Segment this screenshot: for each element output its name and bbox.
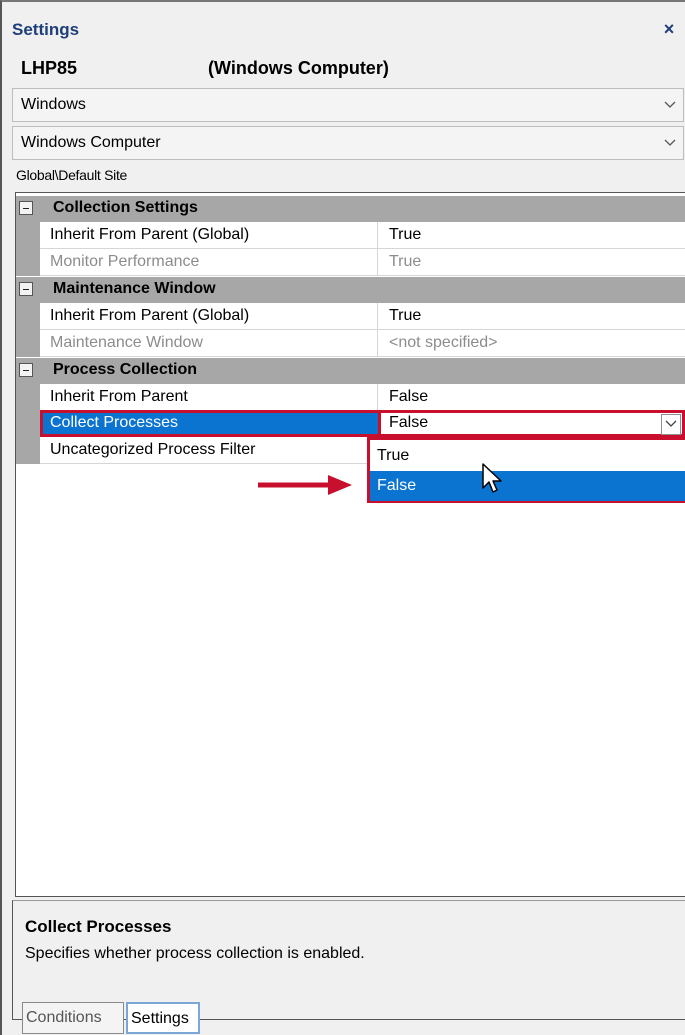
collapse-icon[interactable] [19,282,33,296]
property-name: Monitor Performance [50,253,200,270]
property-grid: Collection Settings Inherit From Parent … [15,192,685,897]
chevron-down-icon [664,101,676,108]
property-row[interactable]: Monitor Performance True [16,249,685,276]
property-name: Inherit From Parent [50,388,188,405]
site-path: Global\Default Site [16,167,128,183]
object-name: LHP85 [21,58,78,78]
property-value: False [389,388,429,405]
property-name: Inherit From Parent (Global) [50,307,250,324]
settings-panel: Settings × LHP85 (Windows Computer) Wind… [0,0,685,1035]
category-maintenance-window[interactable]: Maintenance Window [16,277,685,303]
property-row[interactable]: Inherit From Parent (Global) True [16,222,685,249]
panel-title: Settings [12,20,80,39]
property-value: False [389,414,429,431]
device-type-select[interactable]: Windows Computer [12,126,684,160]
dropdown-list: True False [367,437,685,503]
collapse-icon[interactable] [19,201,33,215]
property-row-selected[interactable]: Collect Processes False [16,410,685,437]
category-label: Process Collection [53,361,198,378]
dropdown-option-false[interactable]: False [370,471,685,501]
property-row[interactable]: Inherit From Parent (Global) True [16,303,685,330]
property-name: Maintenance Window [50,334,203,351]
close-icon[interactable]: × [658,18,680,40]
description-text: Specifies whether process collection is … [25,945,365,962]
property-name: Inherit From Parent (Global) [50,226,250,243]
collapse-icon[interactable] [19,363,33,377]
os-type-value: Windows [21,96,86,113]
object-type: (Windows Computer) [208,58,389,78]
property-row[interactable]: Inherit From Parent False [16,384,685,411]
description-title: Collect Processes [25,917,172,936]
category-collection-settings[interactable]: Collection Settings [16,196,685,222]
property-value: True [389,253,422,270]
dropdown-option-true[interactable]: True [370,441,685,471]
value-dropdown[interactable]: False [378,410,685,437]
device-type-value: Windows Computer [21,134,161,151]
dropdown-arrow-icon[interactable] [661,414,681,435]
chevron-down-icon [664,139,676,146]
category-label: Maintenance Window [53,280,216,297]
title-bar: Settings × [12,16,684,50]
property-row[interactable]: Maintenance Window <not specified> [16,330,685,357]
property-value: <not specified> [389,334,498,351]
property-name: Uncategorized Process Filter [50,441,256,458]
tab-settings[interactable]: Settings [126,1002,200,1034]
tab-conditions[interactable]: Conditions [22,1002,124,1034]
category-process-collection[interactable]: Process Collection [16,358,685,384]
os-type-select[interactable]: Windows [12,88,684,122]
property-name: Collect Processes [50,414,179,431]
object-header: LHP85 (Windows Computer) [21,58,681,86]
property-value: True [389,307,422,324]
category-label: Collection Settings [53,199,198,216]
property-value: True [389,226,422,243]
annotation-arrow-icon [258,475,352,495]
mouse-cursor-icon [482,463,502,493]
